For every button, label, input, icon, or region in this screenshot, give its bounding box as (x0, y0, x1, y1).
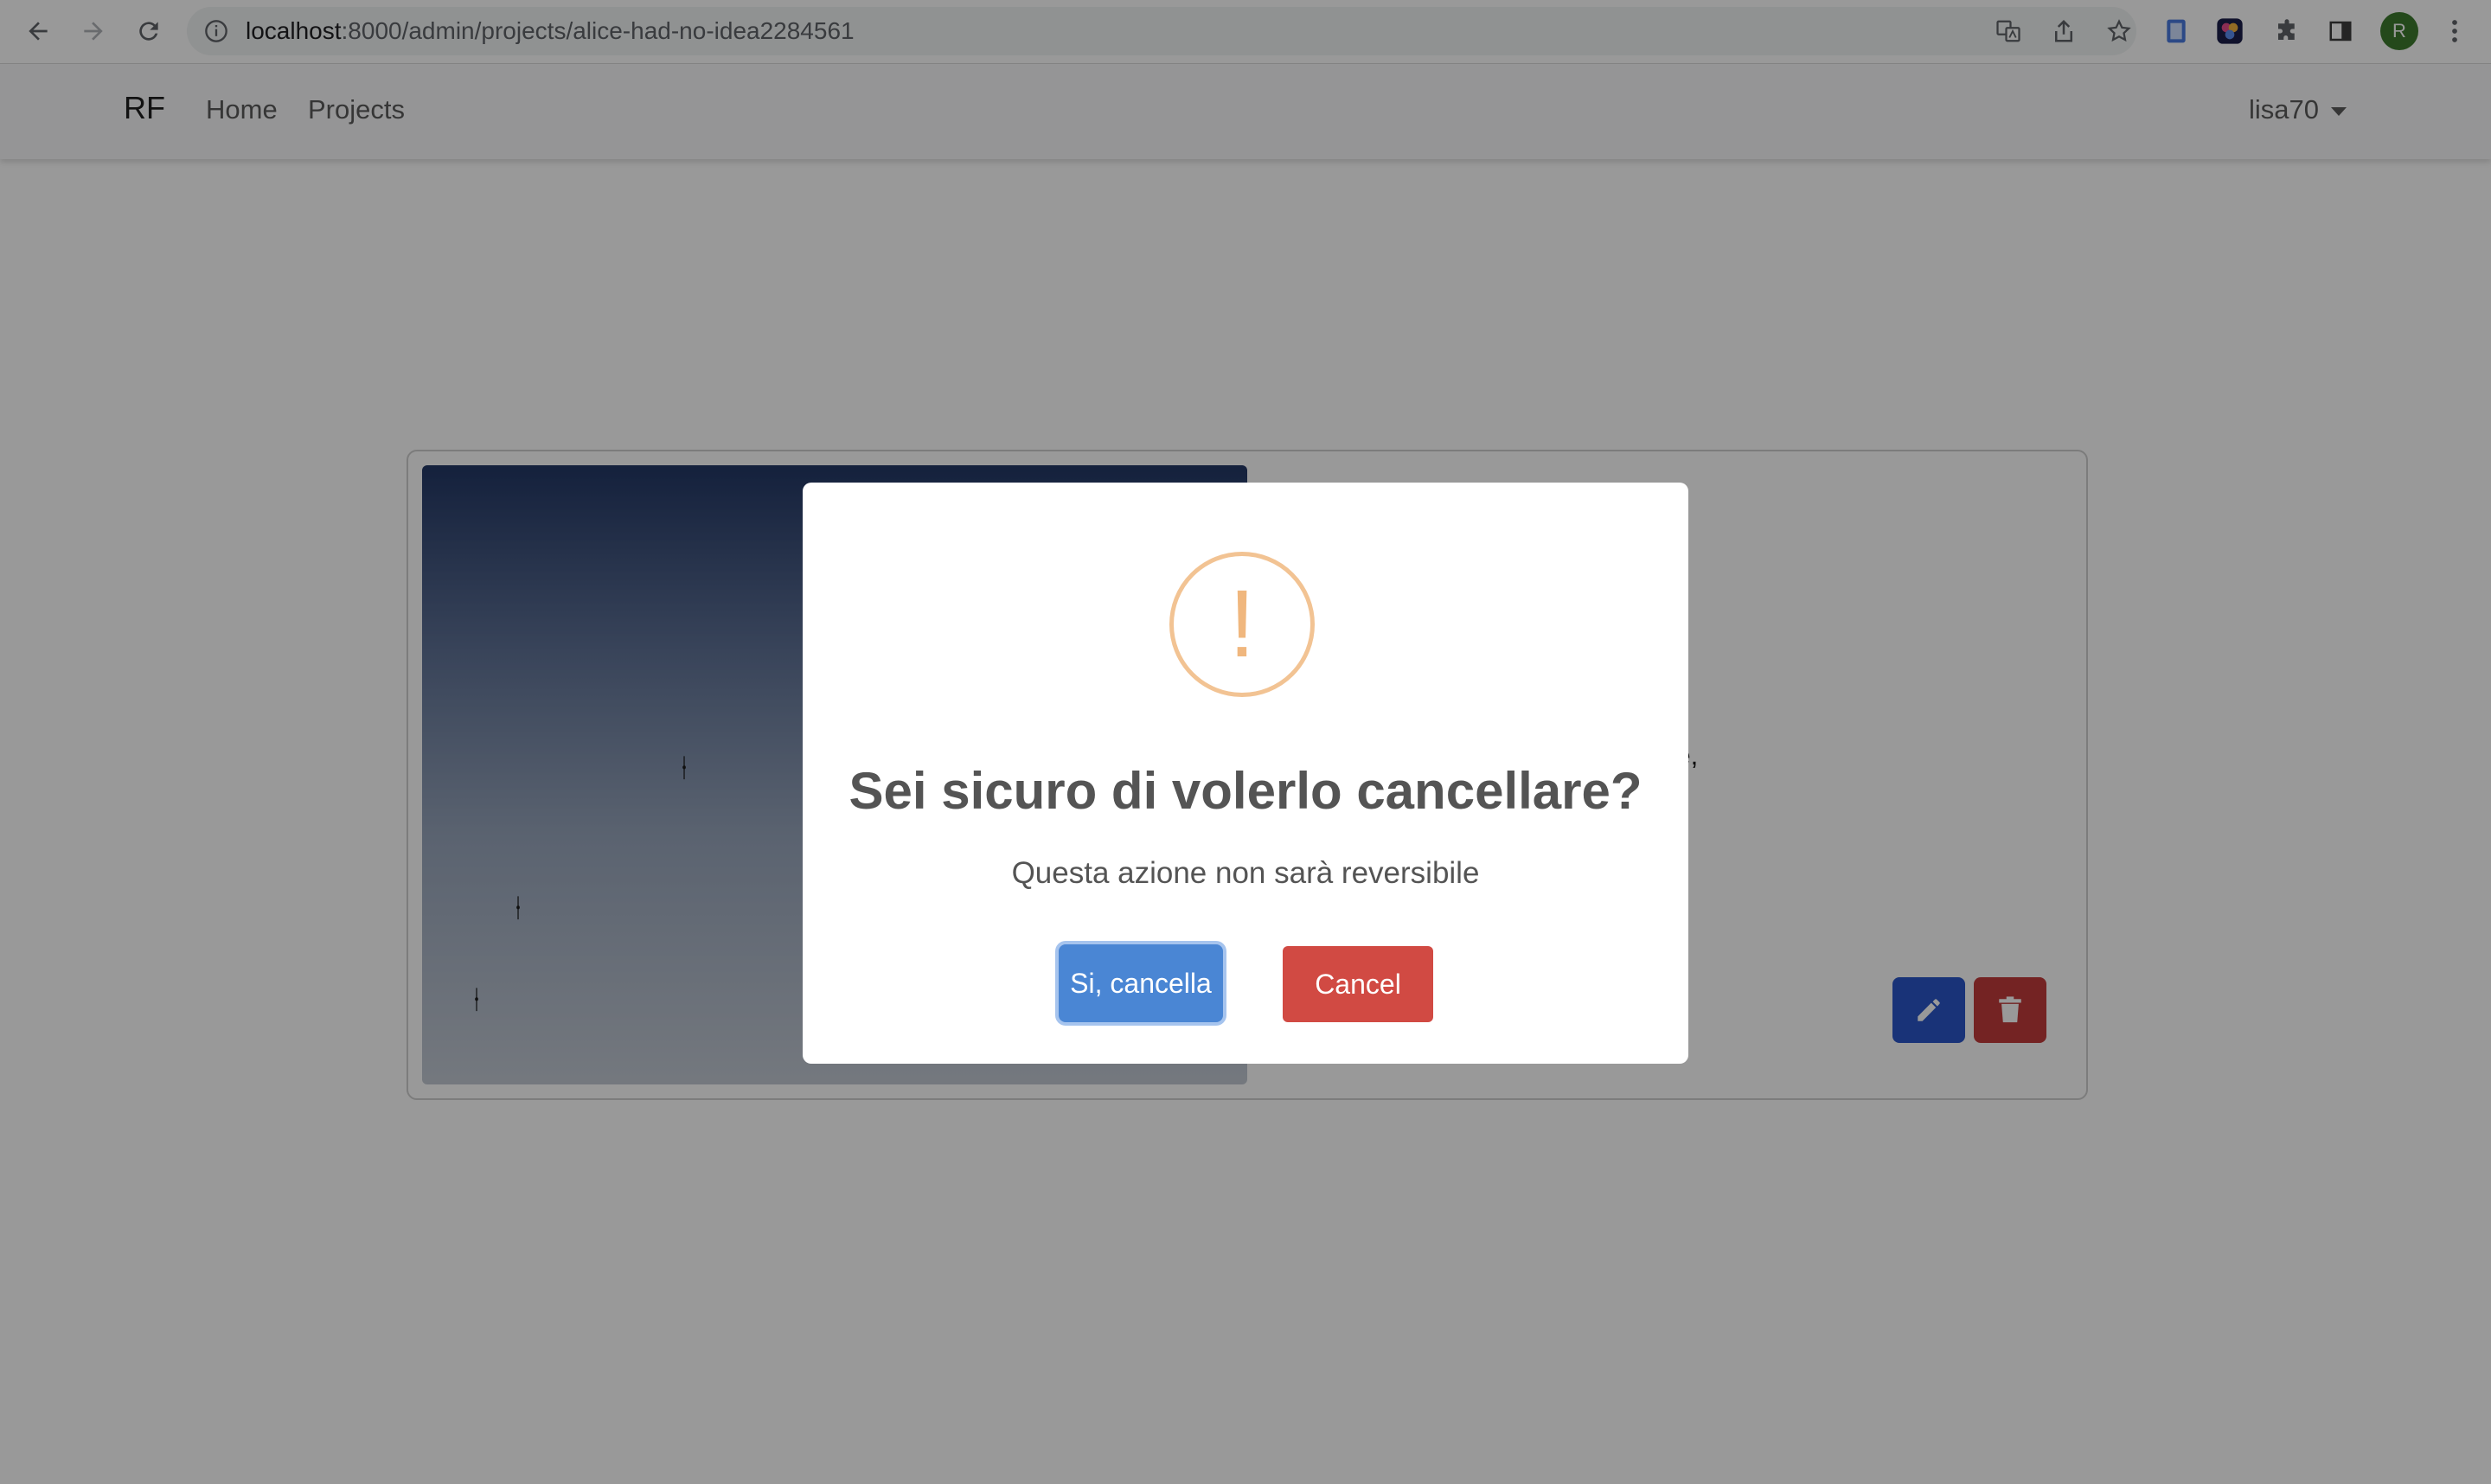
warning-icon: ! (1169, 552, 1315, 697)
confirm-delete-dialog: ! Sei sicuro di volerlo cancellare? Ques… (803, 483, 1688, 1064)
dialog-text: Questa azione non sarà reversibile (1011, 856, 1480, 890)
dialog-title: Sei sicuro di volerlo cancellare? (848, 762, 1643, 820)
cancel-button[interactable]: Cancel (1283, 946, 1433, 1022)
confirm-delete-button[interactable]: Si, cancella (1059, 944, 1223, 1022)
